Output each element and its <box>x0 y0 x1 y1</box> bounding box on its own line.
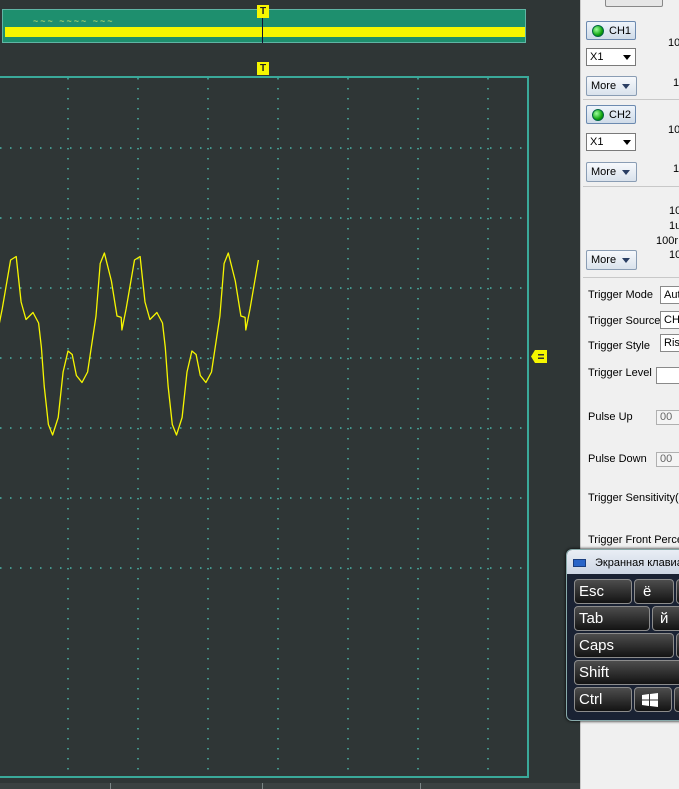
chevron-down-icon <box>623 55 631 60</box>
ch2-more-button[interactable]: More <box>586 162 637 182</box>
divider <box>583 277 679 278</box>
key-partial[interactable] <box>674 687 679 712</box>
ch2-probe-value: X1 <box>590 136 604 148</box>
oscilloscope-plot[interactable] <box>0 76 529 778</box>
osk-title: Экранная клавиа <box>595 557 679 569</box>
ch1-probe-select[interactable]: X1 <box>586 48 636 66</box>
ch1-led-icon <box>592 25 604 37</box>
ch1-more-button[interactable]: More <box>586 76 637 96</box>
chevron-down-icon <box>622 258 630 263</box>
scope-display-area: ~~~ ~~~~ ~~~ T T <box>0 0 580 789</box>
status-strip-separator <box>262 783 263 789</box>
keyboard-icon <box>573 559 586 567</box>
key-ctrl[interactable]: Ctrl <box>574 687 632 712</box>
divider <box>583 186 679 187</box>
trigger-position-marker-overview[interactable]: T <box>257 5 269 18</box>
oscilloscope-grid <box>0 78 527 776</box>
status-strip-separator <box>110 783 111 789</box>
ch1-probe-value: X1 <box>590 51 604 63</box>
trigger-mode-select[interactable]: Aut <box>660 286 679 304</box>
trigger-level-input[interactable] <box>656 367 679 384</box>
divider <box>583 99 679 100</box>
pulse-down-label: Pulse Down <box>588 453 647 465</box>
timebase-value-4: 10 <box>669 249 679 261</box>
trigger-style-select[interactable]: Rise <box>660 334 679 352</box>
key-y[interactable]: й <box>652 606 679 631</box>
trigger-sensitivity-label: Trigger Sensitivity( <box>588 492 679 504</box>
trigger-position-marker-plot[interactable]: T <box>257 62 269 75</box>
ch2-volts-value: 10 <box>668 124 679 136</box>
timebase-value-3: 100r <box>656 235 679 247</box>
top-button[interactable] <box>605 0 663 7</box>
ch1-waveform-trace <box>0 252 260 436</box>
key-yo[interactable]: ё <box>634 579 674 604</box>
chevron-down-icon <box>622 170 630 175</box>
ch1-toggle-button[interactable]: CH1 <box>586 21 636 40</box>
ch2-offset-value: 1 <box>673 163 679 175</box>
ch1-offset-value: 1 <box>673 77 679 89</box>
trigger-level-marker[interactable] <box>531 350 547 363</box>
ch1-label: CH1 <box>609 25 632 37</box>
on-screen-keyboard-window[interactable]: Экранная клавиа Esc ё Tab й Caps Shift C… <box>566 549 679 721</box>
ch2-led-icon <box>592 109 604 121</box>
timebase-more-label: More <box>591 254 617 266</box>
trigger-front-percent-label: Trigger Front Perce <box>588 534 679 546</box>
ch2-probe-select[interactable]: X1 <box>586 133 636 151</box>
ch1-volts-value: 10 <box>668 37 679 49</box>
ch1-more-label: More <box>591 80 617 92</box>
status-strip-separator <box>420 783 421 789</box>
key-windows[interactable] <box>634 687 672 712</box>
windows-logo-icon <box>642 693 658 707</box>
ch2-more-label: More <box>591 166 617 178</box>
trigger-source-select[interactable]: CH <box>660 311 679 329</box>
pulse-down-input[interactable]: 00 <box>656 452 679 467</box>
osk-title-bar[interactable]: Экранная клавиа <box>567 550 679 574</box>
overview-waveform-text: ~~~ ~~~~ ~~~ <box>33 16 115 26</box>
key-tab[interactable]: Tab <box>574 606 650 631</box>
trigger-source-label: Trigger Source <box>588 315 661 327</box>
timebase-more-button[interactable]: More <box>586 250 637 270</box>
timebase-value-1: 10 <box>669 205 679 217</box>
trigger-mode-label: Trigger Mode <box>588 289 654 301</box>
chevron-down-icon <box>623 140 631 145</box>
key-shift[interactable]: Shift <box>574 660 679 685</box>
key-caps[interactable]: Caps <box>574 633 674 658</box>
chevron-down-icon <box>622 84 630 89</box>
pulse-up-label: Pulse Up <box>588 411 633 423</box>
trigger-style-label: Trigger Style <box>588 340 650 352</box>
ch2-toggle-button[interactable]: CH2 <box>586 105 636 124</box>
pulse-up-input[interactable]: 00 <box>656 410 679 425</box>
overview-window-indicator[interactable] <box>5 27 525 37</box>
bottom-status-strip <box>0 783 580 789</box>
key-esc[interactable]: Esc <box>574 579 632 604</box>
timebase-value-2: 1u <box>669 220 679 232</box>
trigger-level-label: Trigger Level <box>588 367 652 379</box>
ch2-label: CH2 <box>609 109 632 121</box>
